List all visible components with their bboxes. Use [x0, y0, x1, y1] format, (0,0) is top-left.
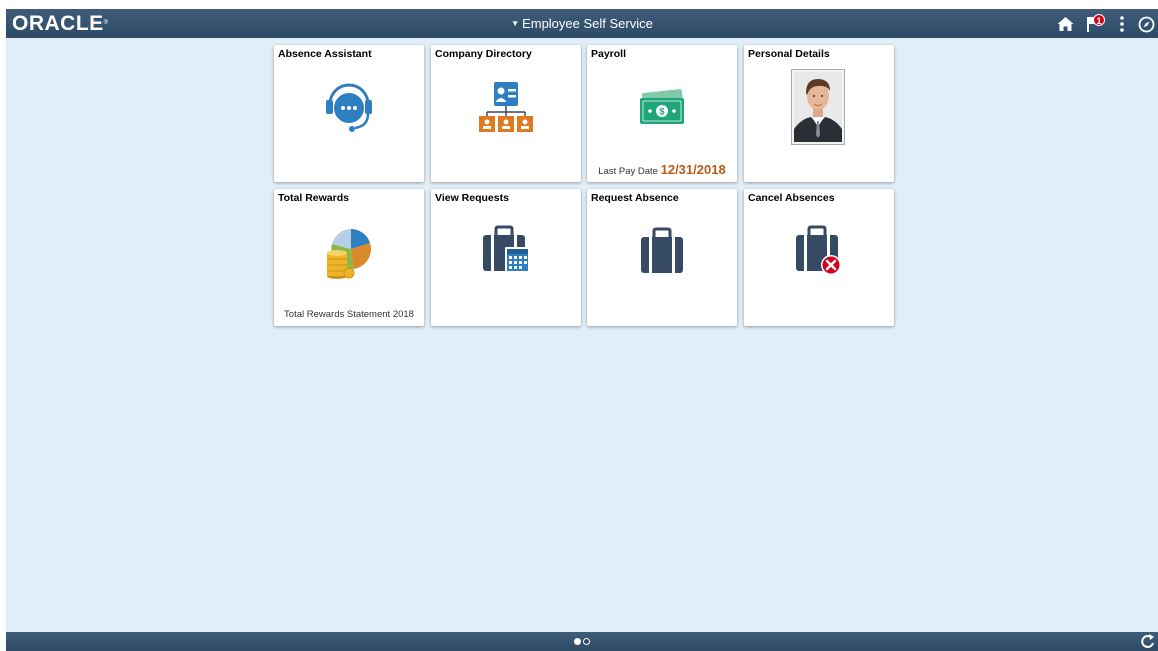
- svg-text:$: $: [659, 107, 664, 117]
- tile-company-directory[interactable]: Company Directory: [431, 45, 581, 182]
- tile-payroll[interactable]: Payroll $ Last Pay Date 12/31/2018: [587, 45, 737, 182]
- briefcase-cancel-icon: [796, 225, 841, 275]
- home-button[interactable]: [1054, 13, 1076, 35]
- headset-chat-icon: [326, 83, 372, 132]
- tile-title: Company Directory: [435, 48, 532, 60]
- page-dot-1[interactable]: [574, 638, 581, 645]
- more-vertical-icon: [1120, 16, 1124, 32]
- tile-cancel-absences[interactable]: Cancel Absences: [744, 189, 894, 326]
- tile-title: Personal Details: [748, 48, 830, 60]
- page-dot-2[interactable]: [583, 638, 590, 645]
- tile-title: Cancel Absences: [748, 192, 835, 204]
- refresh-icon: [1141, 634, 1154, 648]
- tile-title: Request Absence: [591, 192, 679, 204]
- navbar-button[interactable]: [1136, 13, 1156, 35]
- org-chart-icon: [479, 82, 533, 132]
- homepage-title-dropdown[interactable]: ▼ Employee Self Service: [511, 16, 653, 31]
- tile-title: Payroll: [591, 48, 627, 60]
- tile-title: Absence Assistant: [278, 48, 372, 60]
- tile-total-rewards[interactable]: Total Rewards Total Rewards Statement 20…: [274, 189, 424, 326]
- last-pay-date-label: Last Pay Date: [598, 166, 658, 177]
- payroll-footer: Last Pay Date 12/31/2018: [587, 162, 737, 177]
- tile-personal-details[interactable]: Personal Details: [744, 45, 894, 182]
- total-rewards-footer: Total Rewards Statement 2018: [284, 309, 414, 320]
- pie-coins-icon: [327, 229, 371, 279]
- briefcase-calendar-icon: [483, 225, 529, 273]
- tile-title: Total Rewards: [278, 192, 349, 204]
- last-pay-date-value: 12/31/2018: [660, 162, 726, 177]
- caret-down-icon: ▼: [511, 19, 520, 28]
- tile-absence-assistant[interactable]: Absence Assistant: [274, 45, 424, 182]
- refresh-button[interactable]: [1141, 633, 1155, 651]
- page-indicator: [574, 638, 590, 645]
- homepage-selector: ▼ Employee Self Service: [6, 15, 1158, 32]
- briefcase-icon: [641, 227, 683, 273]
- tile-request-absence[interactable]: Request Absence: [587, 189, 737, 326]
- notifications-button[interactable]: 1: [1083, 13, 1107, 35]
- tile-view-requests[interactable]: View Requests: [431, 189, 581, 326]
- employee-photo: [791, 69, 845, 145]
- actions-menu-button[interactable]: [1115, 13, 1129, 35]
- home-icon: [1057, 17, 1073, 31]
- compass-icon: [1138, 16, 1154, 32]
- tile-title: View Requests: [435, 192, 509, 204]
- homepage-title: Employee Self Service: [522, 16, 653, 31]
- money-icon: $: [640, 89, 684, 124]
- header-banner: ORACLE® ▼ Employee Self Service 1: [6, 9, 1158, 38]
- homepage-frame: ORACLE® ▼ Employee Self Service 1 Absenc…: [6, 9, 1158, 651]
- footer-bar: [6, 632, 1158, 651]
- notification-count-badge: 1: [1093, 14, 1105, 26]
